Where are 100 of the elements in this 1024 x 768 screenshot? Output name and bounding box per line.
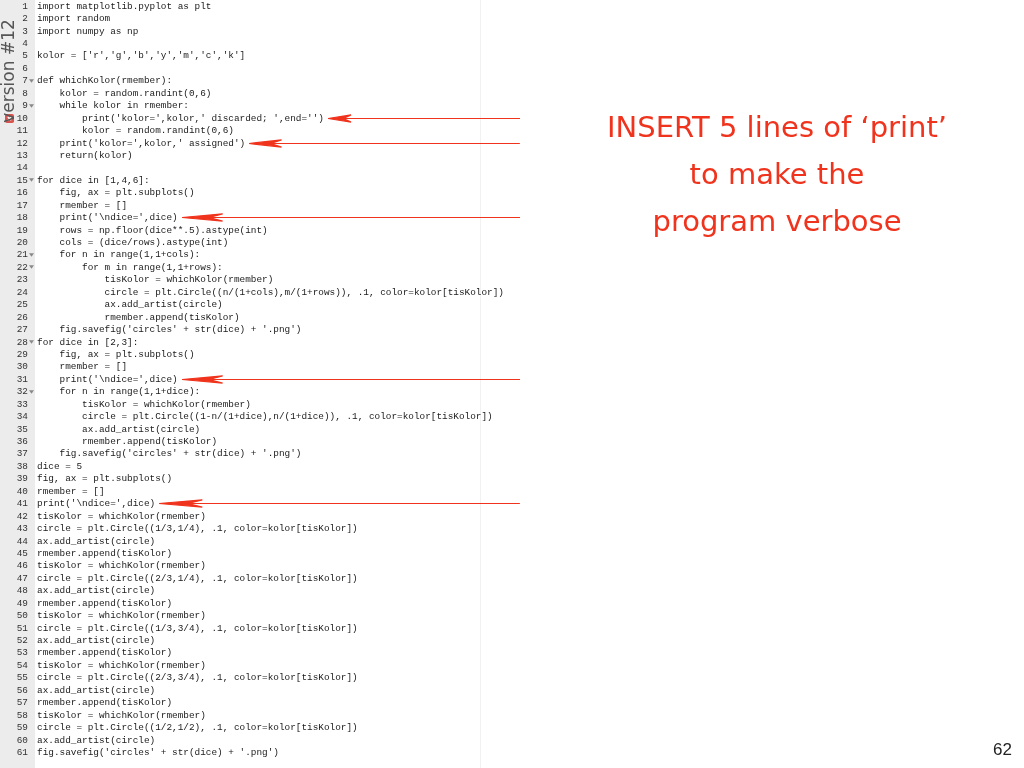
fold-caret-icon[interactable] — [28, 178, 34, 183]
code-line: import numpy as np — [37, 25, 139, 37]
code-line: rmember.append(tisKolor) — [37, 647, 173, 659]
annotation-text: INSERT 5 lines of ‘print’ to make the program verbose — [606, 109, 948, 240]
code-line: dice = 5 — [37, 460, 82, 472]
code-line: tisKolor = whichKolor(rmember) — [37, 610, 206, 622]
fold-caret-icon[interactable] — [28, 103, 34, 108]
line-number: 12 — [16, 137, 28, 149]
line-number: 9 — [22, 100, 28, 112]
code-line: fig.savefig('circles' + str(dice) + '.png') — [58, 448, 302, 460]
code-line: ax.add_artist(circle) — [37, 684, 156, 696]
code-line: rmember.append(tisKolor) — [37, 547, 173, 559]
line-number: 60 — [16, 734, 28, 746]
line-number: 22 — [16, 261, 28, 273]
code-line: for n in range(1,1+dice): — [58, 386, 201, 398]
line-number: 5 — [22, 50, 28, 62]
fold-caret-icon[interactable] — [28, 340, 34, 345]
line-number: 44 — [16, 535, 28, 547]
line-number: 45 — [16, 547, 28, 559]
line-number: 1 — [22, 0, 28, 12]
code-line: print('kolor=',kolor,' assigned') — [58, 137, 246, 149]
line-number: 41 — [16, 498, 28, 510]
version-label: version #12 — [0, 18, 16, 125]
code-line: tisKolor = whichKolor(rmember) — [103, 274, 274, 286]
line-number: 58 — [16, 709, 28, 721]
code-line: ax.add_artist(circle) — [81, 423, 201, 435]
line-number: 51 — [16, 622, 28, 634]
line-number: 14 — [16, 162, 28, 174]
code-line: tisKolor = whichKolor(rmember) — [37, 510, 206, 522]
line-number: 3 — [22, 25, 28, 37]
code-line: rmember = [] — [58, 199, 127, 211]
code-line: import random — [37, 13, 111, 25]
code-line: rmember.append(tisKolor) — [37, 697, 173, 709]
line-number: 47 — [16, 572, 28, 584]
code-line: rmember.append(tisKolor) — [37, 597, 173, 609]
line-number: 30 — [16, 361, 28, 373]
line-number: 23 — [16, 274, 28, 286]
line-number: 27 — [16, 324, 28, 336]
line-number: 48 — [16, 585, 28, 597]
code-line: tisKolor = whichKolor(rmember) — [37, 709, 206, 721]
code-line: rmember.append(tisKolor) — [81, 436, 218, 448]
fold-caret-icon[interactable] — [28, 252, 34, 257]
line-number: 25 — [16, 299, 28, 311]
fold-caret-icon[interactable] — [28, 265, 34, 270]
code-line: fig.savefig('circles' + str(dice) + '.png') — [58, 324, 302, 336]
code-line: cols = (dice/rows).astype(int) — [58, 237, 229, 249]
line-number: 7 — [22, 75, 28, 87]
fold-caret-icon[interactable] — [28, 78, 34, 83]
code-line: ax.add_artist(circle) — [103, 299, 223, 311]
code-line: print('\ndice=',dice) — [58, 212, 178, 224]
line-number: 57 — [16, 697, 28, 709]
code-line: import matplotlib.pyplot as plt — [37, 0, 212, 12]
code-line: tisKolor = whichKolor(rmember) — [81, 398, 251, 410]
code-line: fig, ax = plt.subplots() — [37, 473, 173, 485]
slide-number: 62 — [993, 740, 1012, 760]
code-line: circle = plt.Circle((2/3,3/4), .1, color=kolor[tisKolor]) — [37, 672, 358, 684]
line-number: 4 — [22, 38, 28, 50]
line-number: 37 — [16, 448, 28, 460]
line-number: 53 — [16, 647, 28, 659]
code-line: ax.add_artist(circle) — [37, 585, 156, 597]
line-number: 52 — [16, 635, 28, 647]
code-line: circle = plt.Circle((1/2,1/2), .1, color=kolor[tisKolor]) — [37, 722, 358, 734]
code-line: while kolor in rmember: — [58, 100, 189, 112]
code-line: def whichKolor(rmember): — [37, 75, 173, 87]
code-line: tisKolor = whichKolor(rmember) — [37, 659, 206, 671]
line-number: 43 — [16, 523, 28, 535]
line-number: 28 — [16, 336, 28, 348]
code-line: rmember.append(tisKolor) — [103, 311, 240, 323]
line-number: 26 — [16, 311, 28, 323]
line-number: 54 — [16, 659, 28, 671]
code-line: for n in range(1,1+cols): — [58, 249, 201, 261]
code-line: for dice in [2,3]: — [37, 336, 139, 348]
line-number: 2 — [22, 13, 28, 25]
line-number: 13 — [16, 149, 28, 161]
line-number: 31 — [16, 373, 28, 385]
code-line: circle = plt.Circle((n/(1+cols),m/(1+rows)), .1, color=kolor[tisKolor]) — [103, 286, 504, 298]
code-line: rmember = [] — [37, 485, 105, 497]
line-number: 56 — [16, 684, 28, 696]
line-number: 33 — [16, 398, 28, 410]
line-number: 15 — [16, 174, 28, 186]
code-line: for m in range(1,1+rows): — [81, 261, 223, 273]
line-number: 42 — [16, 510, 28, 522]
code-line: ax.add_artist(circle) — [37, 734, 156, 746]
line-number: 40 — [16, 485, 28, 497]
code-line: fig, ax = plt.subplots() — [58, 348, 195, 360]
fold-caret-icon[interactable] — [28, 389, 34, 394]
line-number: 24 — [16, 286, 28, 298]
code-line: print('\ndice=',dice) — [37, 498, 156, 510]
line-number: 32 — [16, 386, 28, 398]
code-line: circle = plt.Circle((1/3,3/4), .1, color=kolor[tisKolor]) — [37, 622, 358, 634]
line-number: 49 — [16, 597, 28, 609]
code-line: print('kolor=',kolor,' discarded; ',end='') — [81, 112, 324, 124]
code-line: rows = np.floor(dice**.5).astype(int) — [58, 224, 268, 236]
line-number: 8 — [22, 87, 28, 99]
line-number: 16 — [16, 187, 28, 199]
line-number: 19 — [16, 224, 28, 236]
line-number: 20 — [16, 237, 28, 249]
line-number: 55 — [16, 672, 28, 684]
code-line: rmember = [] — [58, 361, 127, 373]
line-number: 6 — [22, 62, 28, 74]
